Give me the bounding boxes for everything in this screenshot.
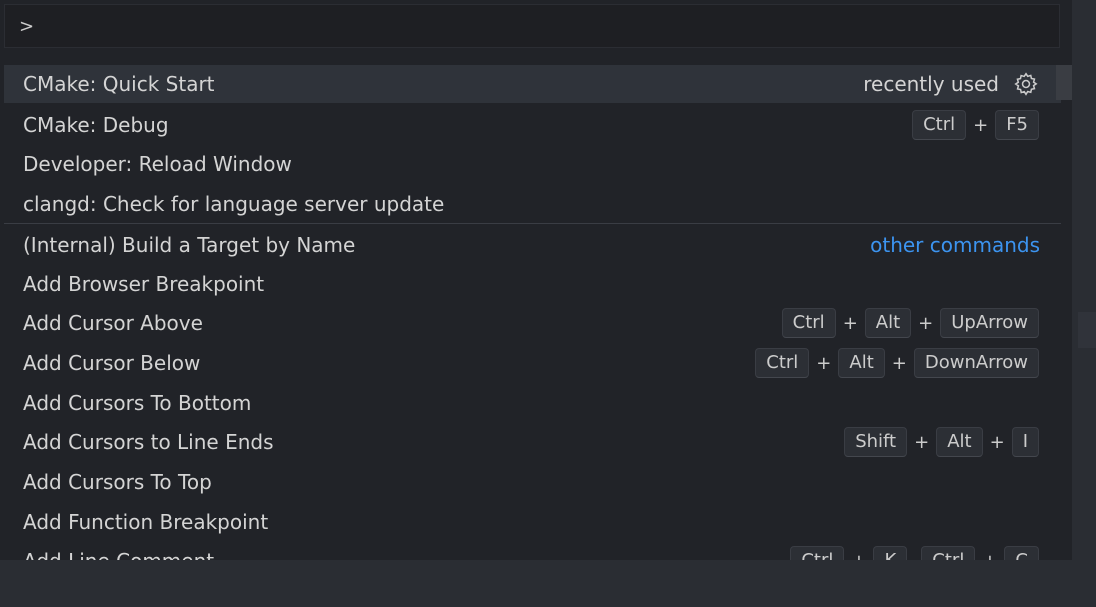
key-shift: Shift: [844, 427, 907, 457]
command-label: Add Function Breakpoint: [23, 510, 1039, 534]
other-commands-label: other commands: [870, 233, 1040, 257]
command-label: CMake: Debug: [23, 113, 912, 137]
key-alt: Alt: [838, 348, 884, 378]
key-plus: +: [851, 551, 866, 561]
gear-icon[interactable]: [1013, 71, 1039, 97]
command-label: CMake: Quick Start: [23, 72, 863, 96]
key-plus: +: [982, 551, 997, 561]
recently-used-label: recently used: [863, 72, 999, 96]
key-alt: Alt: [936, 427, 982, 457]
command-item-add-line-comment[interactable]: Add Line Comment Ctrl + K Ctrl + C: [4, 542, 1061, 560]
key-ctrl: Ctrl: [921, 546, 975, 560]
editor-scrollbar-thumb[interactable]: [1078, 312, 1096, 348]
command-label: Add Cursors To Top: [23, 470, 1039, 494]
key-ctrl: Ctrl: [790, 546, 844, 560]
key-k: K: [873, 546, 907, 560]
command-label: Add Cursors To Bottom: [23, 391, 1039, 415]
keybinding: Ctrl + Alt + UpArrow: [782, 308, 1039, 338]
key-plus: +: [973, 115, 988, 136]
key-plus: +: [918, 313, 933, 334]
key-downarrow: DownArrow: [914, 348, 1039, 378]
command-item-add-cursors-to-line-ends[interactable]: Add Cursors to Line Ends Shift + Alt + I: [4, 423, 1061, 461]
command-item-clangd-check-update[interactable]: clangd: Check for language server update: [4, 185, 1061, 223]
keybinding: Ctrl + Alt + DownArrow: [755, 348, 1039, 378]
command-item-build-target-by-name[interactable]: (Internal) Build a Target by Name other …: [4, 223, 1061, 265]
keybinding: Ctrl + K Ctrl + C: [790, 546, 1039, 560]
command-list: CMake: Quick Start recently used CMake: …: [4, 65, 1061, 560]
command-palette: CMake: Quick Start recently used CMake: …: [0, 0, 1072, 560]
key-f5: F5: [995, 110, 1039, 140]
command-input[interactable]: [5, 5, 1059, 47]
command-item-add-cursors-to-top[interactable]: Add Cursors To Top: [4, 463, 1061, 501]
key-ctrl: Ctrl: [782, 308, 836, 338]
command-item-add-function-breakpoint[interactable]: Add Function Breakpoint: [4, 503, 1061, 541]
command-item-add-cursors-to-bottom[interactable]: Add Cursors To Bottom: [4, 384, 1061, 422]
command-label: Add Line Comment: [23, 549, 790, 560]
keybinding: Ctrl + F5: [912, 110, 1039, 140]
command-item-add-cursor-below[interactable]: Add Cursor Below Ctrl + Alt + DownArrow: [4, 344, 1061, 382]
command-input-box[interactable]: [4, 4, 1060, 48]
key-ctrl: Ctrl: [755, 348, 809, 378]
key-plus: +: [843, 313, 858, 334]
command-label: Developer: Reload Window: [23, 152, 1039, 176]
key-plus: +: [892, 353, 907, 374]
key-plus: +: [914, 432, 929, 453]
key-alt: Alt: [865, 308, 911, 338]
command-label: Add Browser Breakpoint: [23, 272, 1039, 296]
command-label: Add Cursor Below: [23, 351, 755, 375]
command-item-cmake-quick-start[interactable]: CMake: Quick Start recently used: [4, 65, 1061, 103]
command-item-developer-reload-window[interactable]: Developer: Reload Window: [4, 145, 1061, 183]
command-label: clangd: Check for language server update: [23, 192, 1039, 216]
command-label: Add Cursor Above: [23, 311, 782, 335]
keybinding: Shift + Alt + I: [844, 427, 1039, 457]
key-i: I: [1012, 427, 1039, 457]
key-plus: +: [990, 432, 1005, 453]
command-item-add-cursor-above[interactable]: Add Cursor Above Ctrl + Alt + UpArrow: [4, 304, 1061, 342]
key-uparrow: UpArrow: [940, 308, 1039, 338]
key-c: C: [1004, 546, 1039, 560]
list-scrollbar-thumb[interactable]: [1056, 65, 1072, 100]
command-item-add-browser-breakpoint[interactable]: Add Browser Breakpoint: [4, 265, 1061, 303]
command-item-cmake-debug[interactable]: CMake: Debug Ctrl + F5: [4, 106, 1061, 144]
command-label: (Internal) Build a Target by Name: [23, 233, 870, 257]
key-ctrl: Ctrl: [912, 110, 966, 140]
key-plus: +: [816, 353, 831, 374]
command-label: Add Cursors to Line Ends: [23, 430, 844, 454]
